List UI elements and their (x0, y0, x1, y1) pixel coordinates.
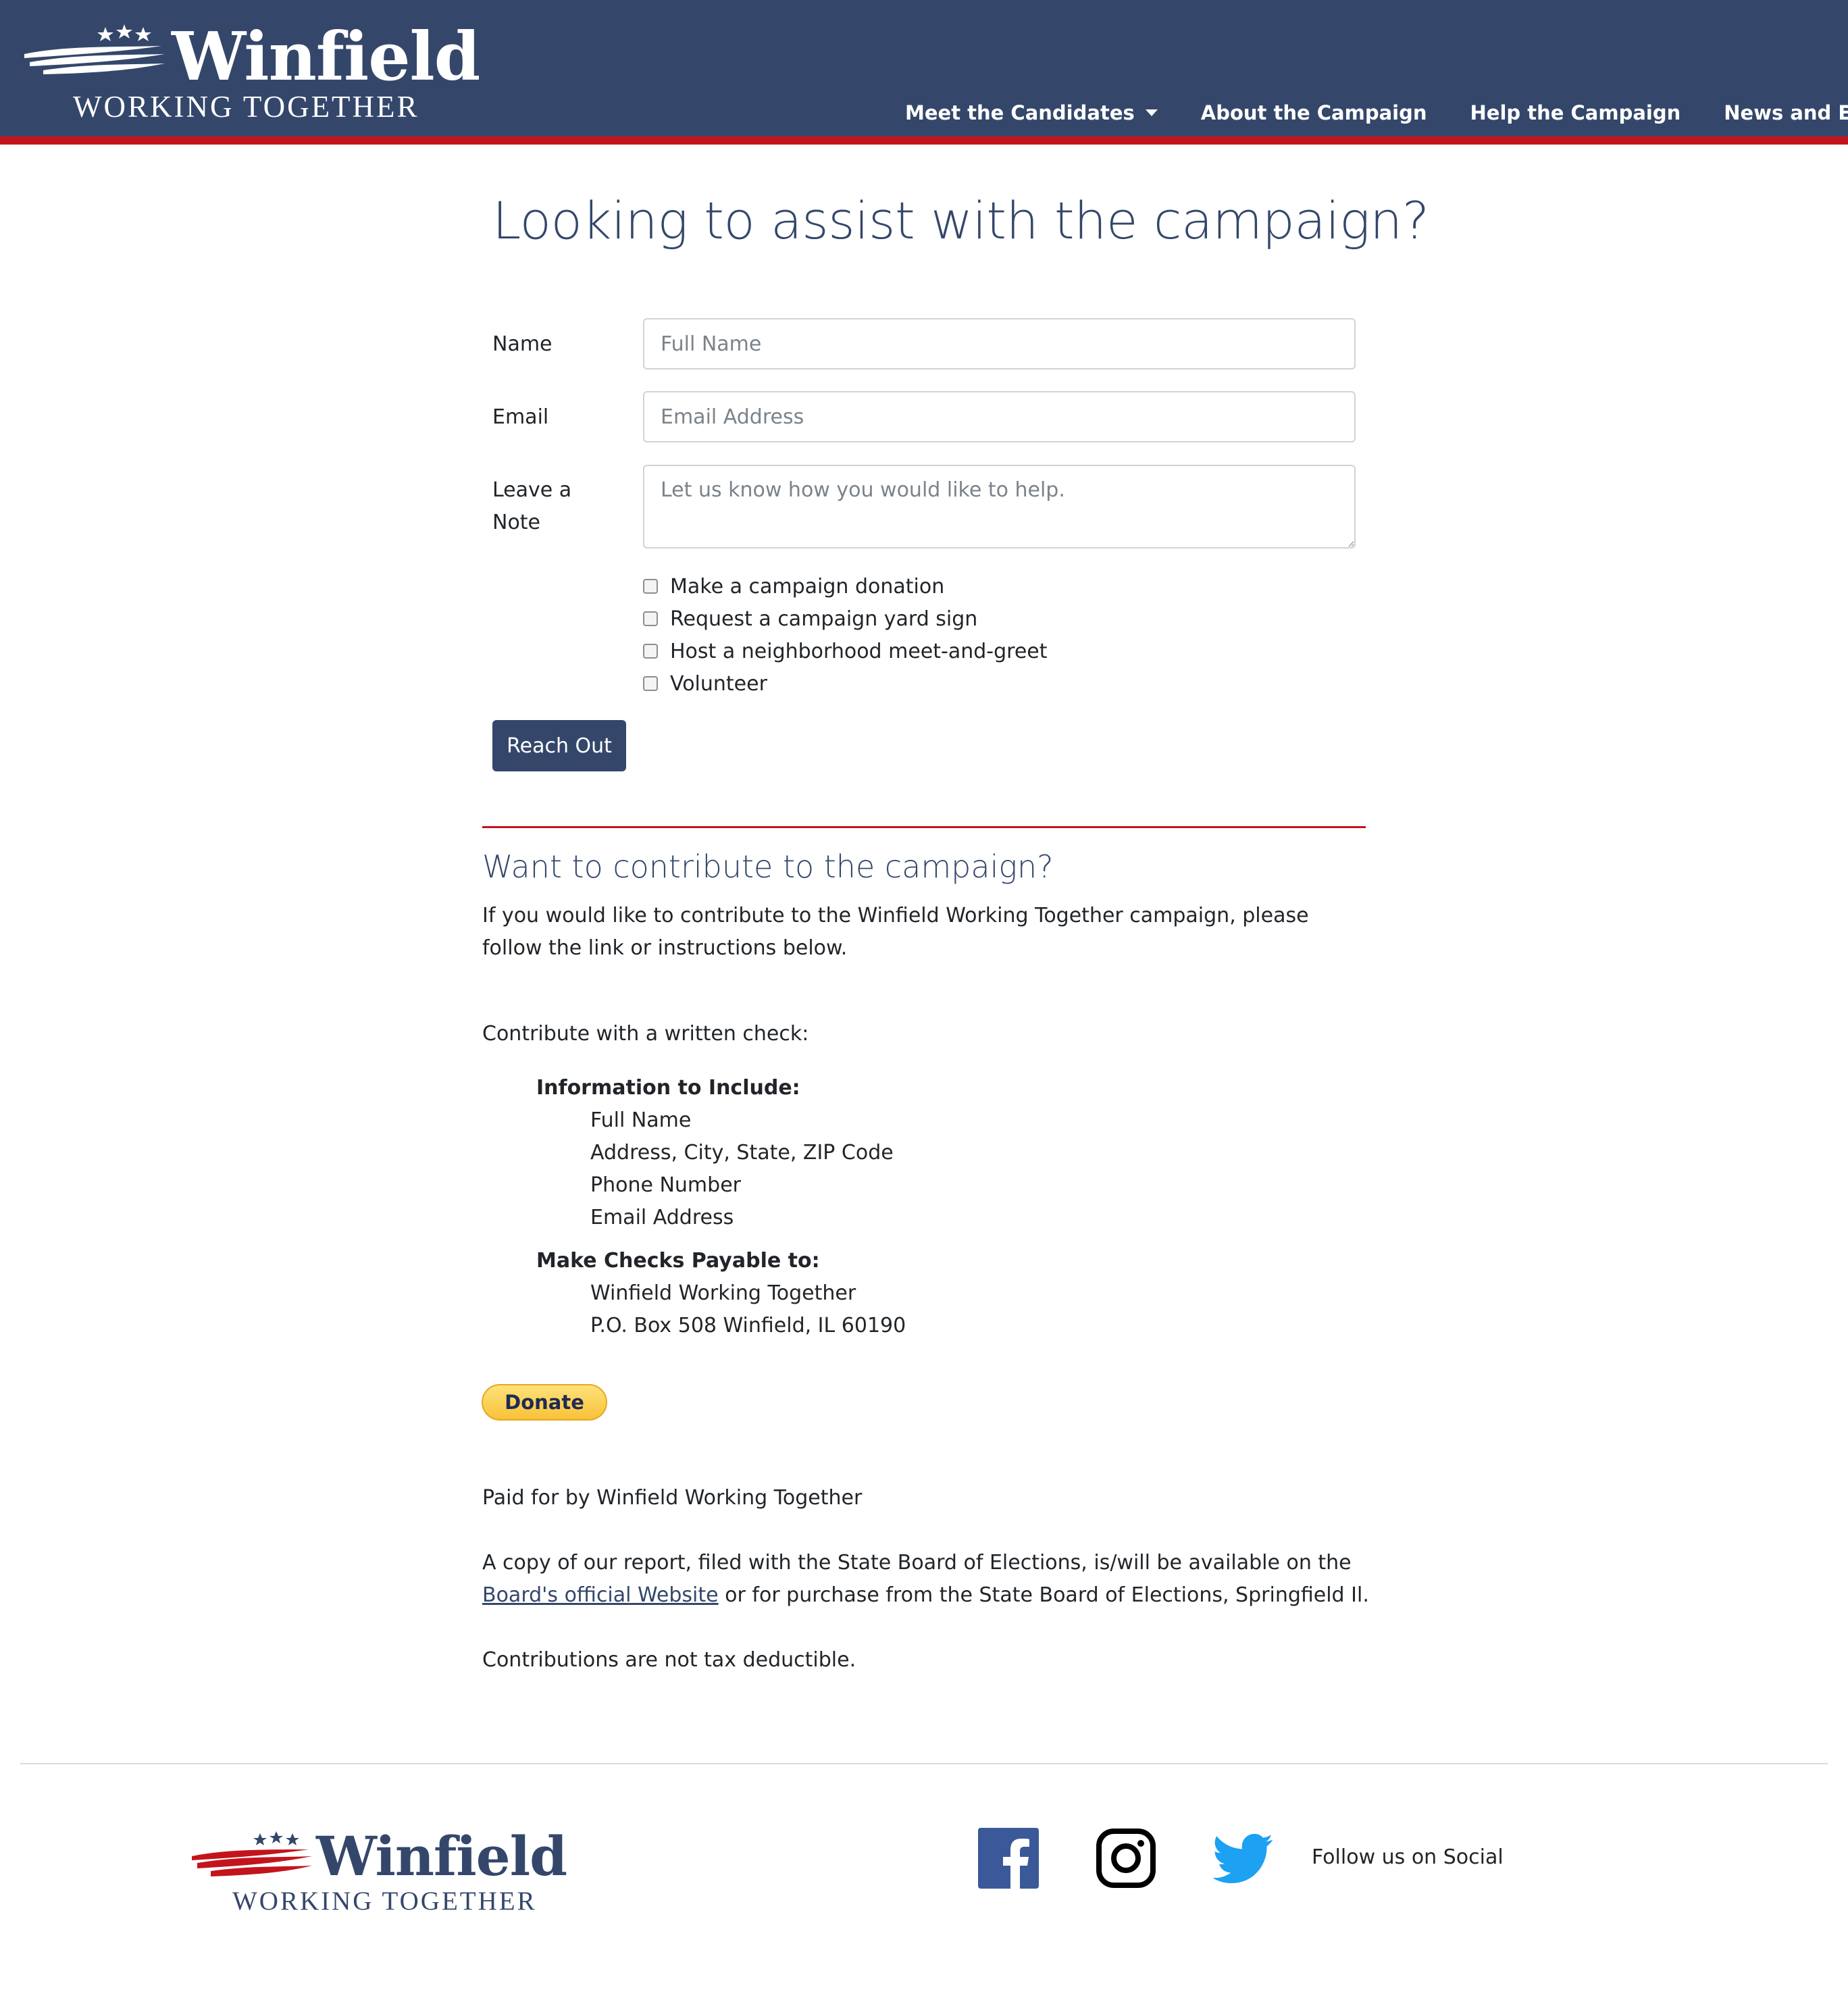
option-yard-sign[interactable]: Request a campaign yard sign (643, 603, 977, 635)
twitter-glyph (1212, 1833, 1273, 1883)
board-website-link[interactable]: Board's official Website (482, 1583, 719, 1607)
follow-text: Follow us on Social (1312, 1845, 1504, 1869)
logo-tagline: WORKING TOGETHER (73, 90, 419, 124)
facebook-icon[interactable] (978, 1828, 1039, 1889)
main-nav: Meet the Candidates About the Campaign H… (905, 96, 1848, 130)
payable-item: Winfield Working Together (590, 1281, 856, 1305)
option-volunteer[interactable]: Volunteer (643, 667, 767, 700)
facebook-glyph (978, 1828, 1039, 1889)
option-meet-and-greet[interactable]: Host a neighborhood meet-and-greet (643, 635, 1048, 667)
paid-for-text: Paid for by Winfield Working Together (482, 1486, 863, 1510)
option-donation[interactable]: Make a campaign donation (643, 570, 944, 603)
instagram-icon[interactable] (1096, 1828, 1156, 1889)
logo-wordmark: Winfield (172, 18, 480, 96)
site-header: Winfield WORKING TOGETHER Meet the Candi… (0, 0, 1848, 136)
info-item: Full Name (590, 1108, 692, 1132)
meet-and-greet-checkbox[interactable] (643, 644, 658, 659)
donation-checkbox[interactable] (643, 579, 658, 594)
info-item: Address, City, State, ZIP Code (590, 1141, 894, 1165)
info-item: Email Address (590, 1206, 734, 1229)
nav-label: News and Events (1724, 101, 1848, 124)
page-title: Looking to assist with the campaign? (492, 190, 1429, 251)
section-divider (482, 826, 1366, 828)
footer-logo-wordmark: Winfield (316, 1824, 567, 1888)
header-red-stripe (0, 136, 1848, 145)
report-text-before: A copy of our report, filed with the Sta… (482, 1551, 1352, 1575)
caret-down-icon (1145, 109, 1158, 116)
nav-label: Meet the Candidates (905, 101, 1135, 124)
tax-note: Contributions are not tax deductible. (482, 1648, 856, 1672)
flag-swoosh-icon (192, 1831, 312, 1876)
name-field[interactable] (643, 318, 1356, 369)
note-textarea[interactable] (643, 465, 1356, 548)
email-label: Email (492, 405, 549, 429)
yard-sign-checkbox[interactable] (643, 611, 658, 626)
nav-about-the-campaign[interactable]: About the Campaign (1201, 101, 1427, 124)
instagram-glyph (1096, 1829, 1156, 1888)
nav-help-the-campaign[interactable]: Help the Campaign (1470, 101, 1681, 124)
site-logo[interactable]: Winfield WORKING TOGETHER (23, 19, 480, 127)
report-text: A copy of our report, filed with the Sta… (482, 1547, 1374, 1612)
note-label: Leave a Note (492, 478, 572, 534)
footer-logo-tagline: WORKING TOGETHER (232, 1887, 537, 1916)
footer-logo[interactable]: Winfield WORKING TOGETHER (190, 1829, 567, 1917)
footer-divider (20, 1763, 1828, 1764)
option-label: Request a campaign yard sign (670, 607, 978, 631)
check-heading: Contribute with a written check: (482, 1022, 809, 1046)
contribute-title: Want to contribute to the campaign? (482, 848, 1054, 885)
reach-out-button[interactable]: Reach Out (492, 720, 626, 771)
payable-item: P.O. Box 508 Winfield, IL 60190 (590, 1314, 906, 1337)
donate-button[interactable]: Donate (482, 1384, 607, 1421)
nav-label: Help the Campaign (1470, 101, 1681, 124)
report-text-after: or for purchase from the State Board of … (725, 1583, 1369, 1607)
twitter-icon[interactable] (1212, 1833, 1274, 1894)
nav-meet-the-candidates[interactable]: Meet the Candidates (905, 101, 1158, 124)
info-heading: Information to Include: (536, 1076, 800, 1100)
nav-news-and-events[interactable]: News and Events (1724, 101, 1848, 124)
info-item: Phone Number (590, 1173, 741, 1197)
option-label: Volunteer (670, 671, 767, 696)
option-label: Make a campaign donation (670, 574, 945, 598)
volunteer-checkbox[interactable] (643, 676, 658, 691)
flag-swoosh-icon (24, 24, 165, 74)
payable-heading: Make Checks Payable to: (536, 1249, 820, 1273)
nav-label: About the Campaign (1200, 101, 1427, 124)
email-field[interactable] (643, 391, 1356, 442)
name-label: Name (492, 332, 553, 356)
option-label: Host a neighborhood meet-and-greet (670, 639, 1048, 663)
contribute-intro: If you would like to contribute to the W… (482, 904, 1309, 960)
